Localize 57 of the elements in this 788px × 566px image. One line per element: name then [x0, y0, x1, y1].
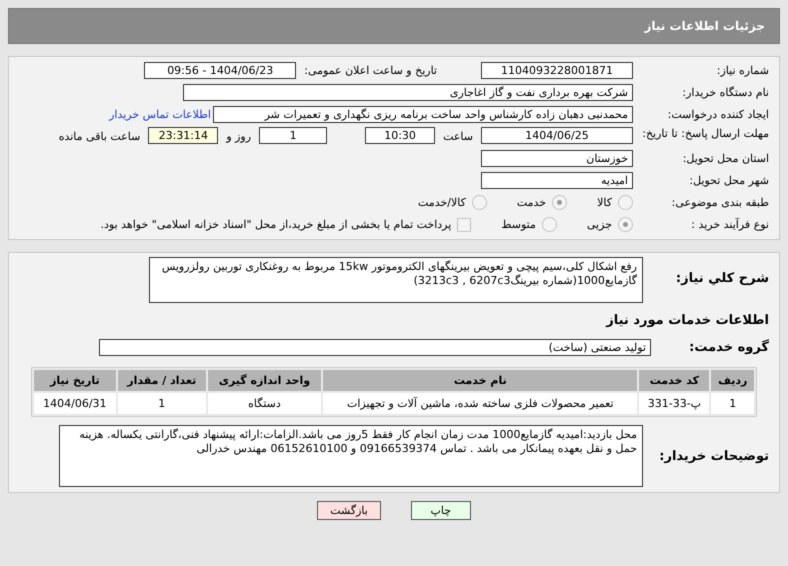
buyer-field: شرکت بهره برداری نفت و گاز اغاجاری [183, 84, 633, 101]
column-header: ردیف [711, 370, 754, 391]
column-header: تاریخ نیاز [34, 370, 116, 391]
table-cell: تعمیر محصولات فلزی ساخته شده، ماشین آلات و تجهیزات [323, 393, 638, 414]
table-cell: پ-33-331 [639, 393, 710, 414]
contact-link[interactable]: اطلاعات تماس خریدار [109, 108, 211, 121]
field-label: نام دستگاه خریدار: [681, 86, 769, 99]
field-label: مهلت ارسال پاسخ: تا تاریخ: [641, 127, 769, 140]
column-header: کد خدمت [639, 370, 710, 391]
checkbox-label: پرداخت تمام یا بخشی از مبلغ خرید،از محل "اسناد خزانه اسلامی" خواهد بود. [100, 218, 452, 231]
field-label: نوع فرآیند خرید : [690, 218, 769, 231]
field-label: ساعت باقی مانده [58, 130, 140, 143]
column-header: تعداد / مقدار [118, 370, 206, 391]
radio-button[interactable] [618, 195, 633, 210]
field-label: شرح کلي نياز: [674, 271, 769, 286]
back-button[interactable]: بازگشت [317, 501, 381, 520]
field-label: شماره نیاز: [716, 64, 769, 77]
radio-label: جزیی [586, 218, 612, 231]
field-label: ایجاد کننده درخواست: [666, 108, 769, 121]
radio-button[interactable] [618, 217, 633, 232]
table-cell: 1404/06/31 [34, 393, 116, 414]
radio-label: متوسط [501, 218, 536, 231]
field-label: ساعت [443, 130, 473, 143]
table-cell: 1 [118, 393, 206, 414]
province-field: خوزستان [481, 150, 633, 167]
print-button[interactable]: چاپ [410, 501, 471, 520]
field-label: استان محل تحویل: [682, 152, 769, 165]
radio-button[interactable] [472, 195, 487, 210]
description-field: رفع اشکال کلی،سیم پیچی و تعویض بیرینگهای الکتروموتور 15kw مربوط به روغنکاری توربین رولزرویس گازمایع1000(شماره بیرینگ3213c3 , 6207c3) [149, 257, 643, 303]
checkbox[interactable] [457, 218, 472, 232]
column-header: نام خدمت [323, 370, 638, 391]
deadline-time-field: 10:30 [365, 127, 436, 144]
days-field: 1 [259, 127, 328, 144]
page-title: جزئیات اطلاعات نیاز [8, 8, 780, 44]
creator-field: محمدنبی دهبان زاده کارشناس واحد ساخت برنامه ریزی نگهداری و تعمیرات شر [213, 106, 633, 123]
deadline-date-field: 1404/06/25 [481, 127, 633, 144]
service-group-field: تولید صنعتی (ساخت) [99, 339, 651, 356]
radio-button[interactable] [542, 217, 557, 232]
radio-label: خدمت [516, 196, 546, 209]
radio-label: کالا [597, 196, 612, 209]
field-label: طبقه بندی موضوعی: [670, 196, 769, 209]
radio-button[interactable] [552, 195, 568, 210]
section-title: اطلاعات خدمات مورد نیاز [606, 313, 769, 328]
field-label: شهر محل تحویل: [688, 174, 769, 187]
field-label: تاریخ و ساعت اعلان عمومی: [304, 64, 437, 77]
city-field: امیدیه [481, 172, 633, 189]
table-cell: 1 [711, 393, 754, 414]
notes-field: محل بازدید:امیدیه گازمایع1000 مدت زمان انجام کار فقط 5روز می باشد.الزامات:ارائه پیشنهاد فنی،گارانتی یکساله. هزینه حمل و نقل بعهده پیمانکار می باشد . تماس 09166539374 و 06152610100 مهندس خدرالی [59, 425, 643, 487]
column-header: واحد اندازه گیری [208, 370, 322, 391]
field-label: روز و [226, 130, 252, 143]
field-label: گروه خدمت: [688, 340, 769, 355]
announce-date-field: 1404/06/23 - 09:56 [144, 62, 296, 79]
table-cell: دستگاه [208, 393, 322, 414]
field-label: توضیحات خریدار: [658, 448, 769, 464]
remaining-time-field: 23:31:14 [148, 127, 218, 144]
need-number-field: 1104093228001871 [481, 62, 633, 79]
radio-label: کالا/خدمت [418, 196, 466, 209]
